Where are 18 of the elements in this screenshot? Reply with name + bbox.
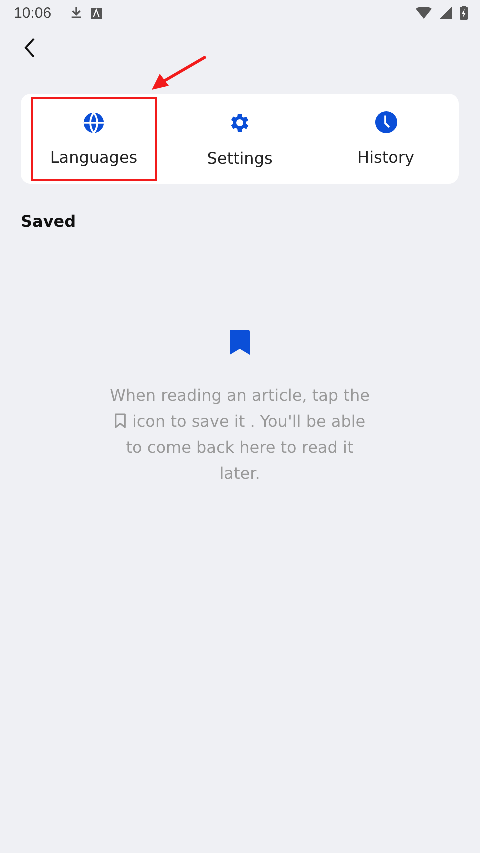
annotation-arrow	[151, 56, 207, 92]
notification-icon	[90, 8, 102, 18]
empty-message: icon to save it . You'll be able to come back here to read it later.	[126, 412, 366, 483]
bookmark-icon	[114, 413, 128, 429]
section-title: Saved	[21, 212, 78, 231]
status-time: 10:06	[14, 4, 52, 22]
empty-message: When reading an article, tap the	[110, 386, 370, 405]
wifi-icon	[416, 7, 432, 19]
back-icon[interactable]	[24, 38, 36, 58]
menu-item[interactable]: Settings	[177, 97, 303, 181]
battery-icon	[460, 6, 468, 20]
download-icon	[70, 6, 83, 20]
globe-icon	[83, 112, 105, 134]
menu-item[interactable]: Languages	[31, 97, 157, 181]
menu-item[interactable]: History	[323, 97, 449, 181]
clock-icon	[374, 111, 398, 134]
bookmark-icon	[228, 329, 252, 355]
signal-icon	[440, 7, 452, 19]
